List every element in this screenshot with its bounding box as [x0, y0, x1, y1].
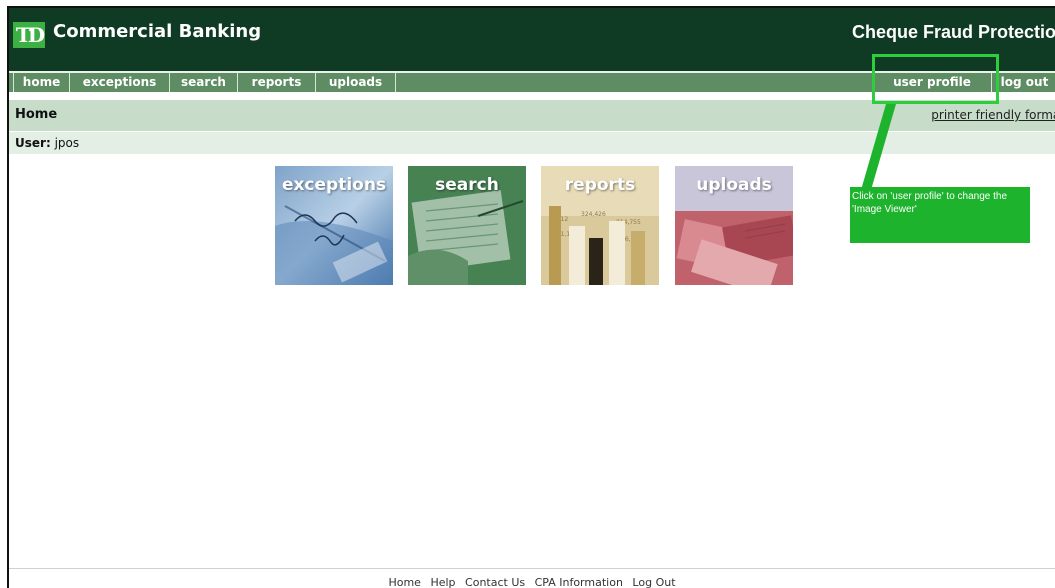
footer-links: Home Help Contact Us CPA Information Log… — [9, 576, 1055, 588]
footer-home-link[interactable]: Home — [388, 576, 420, 588]
footer-contact-link[interactable]: Contact Us — [465, 576, 525, 588]
footer-cpa-info-link[interactable]: CPA Information — [535, 576, 623, 588]
footer-log-out-link[interactable]: Log Out — [632, 576, 675, 588]
callout-pointer — [861, 104, 896, 190]
app-frame: TD Commercial Banking Cheque Fraud Prote… — [7, 6, 1055, 588]
footer-help-link[interactable]: Help — [430, 576, 455, 588]
annotation-callout: Click on 'user profile' to change the 'I… — [850, 187, 1030, 243]
footer-divider — [9, 568, 1055, 569]
